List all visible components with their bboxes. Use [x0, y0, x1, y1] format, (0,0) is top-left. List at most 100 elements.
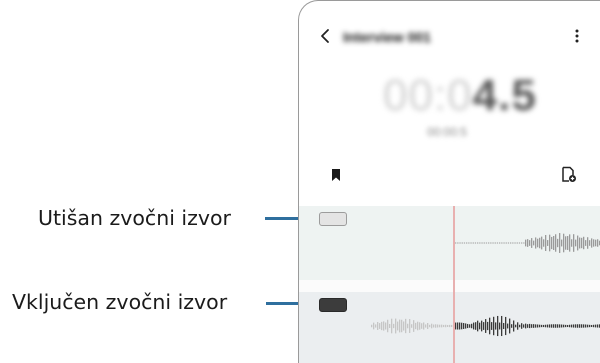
waveform-bar	[427, 323, 429, 329]
waveform-bar	[474, 242, 477, 244]
waveform-bar	[490, 242, 492, 244]
waveform-bar	[569, 324, 571, 328]
waveform-bar	[395, 318, 397, 334]
waveform-bar	[533, 240, 535, 246]
waveform-bar	[527, 239, 529, 247]
waveform-bar	[567, 236, 569, 250]
waveform-bar	[471, 323, 473, 329]
waveform-bar	[585, 240, 587, 246]
waveform-bar	[468, 242, 470, 244]
waveform-bar	[557, 238, 559, 248]
waveform-bar	[431, 323, 433, 329]
waveform-bar	[555, 324, 557, 328]
waveform-bar	[535, 324, 537, 328]
waveform-bar	[439, 324, 441, 328]
waveform-bar	[469, 324, 471, 328]
waveform-bar	[491, 322, 493, 330]
waveform-bar	[407, 323, 409, 329]
elapsed-time-dim: 00:0	[383, 71, 473, 120]
track-divider	[299, 280, 600, 292]
waveform-bar	[559, 324, 561, 328]
waveform-bar	[472, 242, 474, 244]
waveform-bar	[541, 236, 543, 250]
waveform-bar	[545, 324, 547, 328]
waveform-bar	[413, 320, 415, 332]
waveform-bar	[549, 234, 551, 252]
waveform-bar	[501, 242, 503, 244]
waveform-bar	[581, 237, 583, 249]
waveform-bar	[507, 242, 510, 244]
waveform-bar	[583, 236, 585, 250]
waveform-bar	[563, 233, 565, 253]
waveform-bar	[557, 324, 559, 328]
waveform-bar	[492, 242, 494, 244]
active-source-waveform	[371, 315, 600, 337]
waveform-bar	[551, 236, 553, 250]
waveform-bar	[549, 324, 551, 328]
waveform-bar	[535, 237, 537, 249]
waveform-bar	[461, 242, 463, 244]
waveform-bar	[475, 322, 477, 330]
waveform-bar	[579, 237, 581, 249]
waveform-bar	[509, 318, 511, 334]
waveform-bar	[479, 242, 481, 244]
waveform-bar	[595, 239, 597, 247]
waveform-bar	[561, 324, 563, 328]
waveform-bar	[481, 320, 483, 332]
waveform-bar	[485, 242, 488, 244]
waveform-bar	[559, 233, 561, 253]
waveform-bar	[512, 242, 514, 244]
waveform-bar	[591, 324, 593, 328]
waveform-bar	[523, 242, 525, 244]
waveform-bar	[501, 315, 503, 337]
waveform-bar	[467, 323, 469, 329]
waveform-bar	[551, 324, 553, 328]
waveform-bar	[437, 324, 439, 328]
waveform-bar	[503, 322, 505, 330]
waveform-bar	[499, 322, 501, 330]
waveform-bar	[485, 319, 487, 333]
waveform-bar	[573, 324, 575, 328]
waveform-bar	[517, 322, 519, 330]
waveform-bar	[529, 323, 531, 329]
waveform-bar	[483, 322, 485, 330]
waveform-bar	[381, 321, 383, 331]
waveform-bar	[510, 242, 512, 244]
waveform-bar	[521, 323, 523, 329]
waveform-bar	[543, 239, 545, 247]
waveform-bar	[457, 322, 459, 330]
waveform-bar	[377, 322, 379, 330]
waveform-bar	[575, 324, 577, 328]
waveform-bar	[565, 236, 567, 250]
waveform-bar	[389, 324, 391, 328]
elapsed-time: 00:04.5	[383, 71, 537, 121]
waveform-bar	[597, 324, 599, 328]
waveform-bar	[461, 322, 463, 330]
waveform-bar	[523, 324, 525, 328]
waveform-bar	[383, 321, 385, 331]
waveform-bar	[525, 239, 527, 247]
waveform-bar	[589, 240, 591, 246]
waveform-bar	[543, 324, 545, 328]
waveform-bar	[541, 324, 543, 328]
waveform-bar	[505, 242, 507, 244]
waveform-bar	[423, 322, 425, 330]
waveform-bar	[488, 242, 490, 244]
waveform-bar	[403, 321, 405, 331]
waveform-bar	[459, 322, 461, 330]
waveform-bar	[487, 321, 489, 331]
waveform-bar	[447, 324, 449, 328]
chevron-left-icon	[321, 29, 329, 43]
waveform-bar	[465, 323, 467, 329]
waveform-bar	[457, 242, 459, 244]
waveform-bar	[375, 324, 377, 328]
waveform-bar	[443, 324, 445, 328]
waveform-bar	[529, 240, 531, 246]
waveform-bar	[527, 324, 529, 328]
recording-subtime: 00:00:5	[427, 125, 468, 139]
elapsed-time-bold: 4.5	[472, 71, 537, 120]
waveform-bar	[571, 324, 573, 328]
waveform-bar	[513, 320, 515, 332]
waveform-bar	[545, 235, 547, 251]
waveform-bar	[575, 239, 577, 247]
